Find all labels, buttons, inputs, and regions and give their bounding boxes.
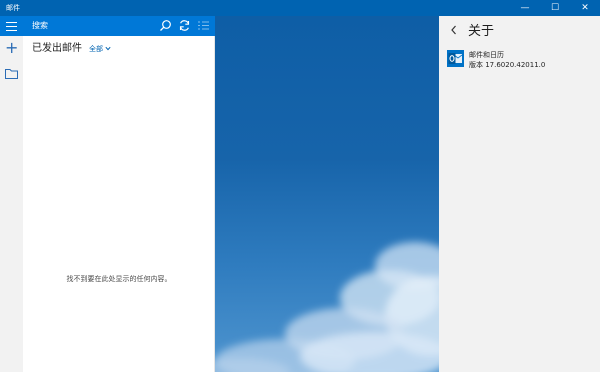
window-title: 邮件 bbox=[6, 4, 20, 12]
app-name: 邮件和日历 bbox=[469, 51, 504, 59]
filter-dropdown[interactable]: 全部 bbox=[89, 44, 111, 55]
hamburger-icon[interactable] bbox=[6, 22, 17, 31]
navigation-rail: + bbox=[0, 16, 23, 372]
message-list-pane: 搜索 已发出邮件 全部 找不到要在此处显示的任何内容。 bbox=[23, 16, 215, 372]
search-input[interactable]: 搜索 bbox=[32, 20, 48, 32]
folder-icon[interactable] bbox=[5, 68, 18, 79]
maximize-button[interactable]: ☐ bbox=[540, 0, 570, 16]
about-pane: 关于 邮件和日历 版本 17.6020.42011.0 bbox=[439, 16, 600, 372]
close-icon: ✕ bbox=[581, 3, 589, 13]
chevron-down-icon bbox=[105, 46, 111, 51]
search-icon[interactable] bbox=[159, 19, 172, 32]
sync-icon[interactable] bbox=[178, 19, 191, 32]
title-bar: 邮件 — ☐ ✕ bbox=[0, 0, 600, 16]
back-button[interactable] bbox=[450, 24, 462, 40]
folder-title: 已发出邮件 bbox=[32, 43, 82, 54]
plus-icon[interactable]: + bbox=[5, 40, 18, 56]
minimize-button[interactable]: — bbox=[510, 0, 540, 16]
chevron-left-icon bbox=[451, 25, 456, 35]
outlook-icon bbox=[447, 50, 464, 67]
rail-header bbox=[0, 16, 23, 36]
maximize-icon: ☐ bbox=[550, 3, 560, 13]
reading-pane-background bbox=[215, 16, 439, 372]
empty-message: 找不到要在此处显示的任何内容。 bbox=[66, 275, 172, 283]
cloud-image bbox=[215, 242, 439, 372]
search-bar: 搜索 bbox=[23, 16, 215, 36]
minimize-icon: — bbox=[520, 3, 530, 13]
select-mode-icon[interactable] bbox=[197, 19, 210, 32]
about-title: 关于 bbox=[468, 24, 495, 39]
close-button[interactable]: ✕ bbox=[570, 0, 600, 16]
filter-label: 全部 bbox=[89, 45, 103, 53]
app-version: 版本 17.6020.42011.0 bbox=[469, 61, 546, 69]
